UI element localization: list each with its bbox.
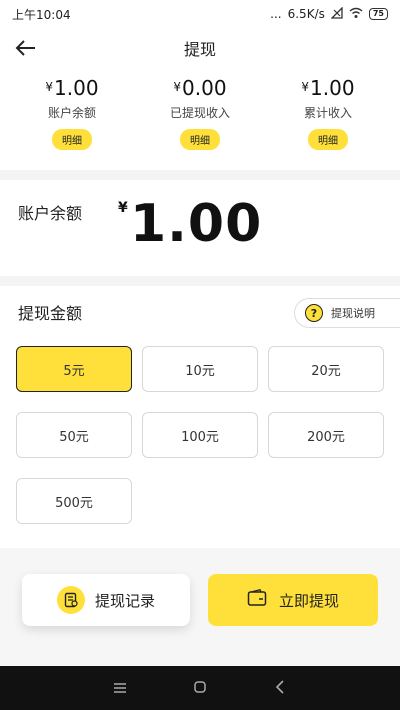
question-icon: ? xyxy=(305,304,323,322)
status-bar: 上午10:04 ... 6.5K/s 75 xyxy=(0,0,400,28)
summary-label: 已提现收入 xyxy=(169,106,230,120)
status-dots: ... xyxy=(270,7,282,21)
summary-value: ¥1.00 xyxy=(45,76,99,100)
status-icons: ... 6.5K/s 75 xyxy=(270,5,388,22)
balance-amount: 1.00 xyxy=(130,194,263,254)
summary-row: ¥1.00 账户余额 明细 ¥0.00 已提现收入 明细 ¥1.00 累计收入 … xyxy=(0,76,400,160)
record-icon xyxy=(56,586,85,614)
amount-option-50[interactable]: 50元 xyxy=(16,412,132,458)
summary-total-income: ¥1.00 累计收入 明细 xyxy=(268,76,388,160)
wallet-icon xyxy=(247,589,267,611)
summary-withdrawn-income: ¥0.00 已提现收入 明细 xyxy=(140,76,260,160)
back-nav-icon[interactable] xyxy=(265,679,295,698)
amount-option-10[interactable]: 10元 xyxy=(142,346,258,392)
summary-value: ¥0.00 xyxy=(173,76,227,100)
summary-value: ¥1.00 xyxy=(301,76,355,100)
summary-account-balance: ¥1.00 账户余额 明细 xyxy=(12,76,132,160)
network-speed: 6.5K/s xyxy=(287,7,325,21)
home-icon[interactable] xyxy=(185,679,215,698)
back-button[interactable] xyxy=(12,34,40,62)
balance-currency: ¥ xyxy=(118,200,128,216)
detail-button[interactable]: 明细 xyxy=(308,129,348,150)
amount-title: 提现金额 xyxy=(18,304,83,323)
menu-icon[interactable] xyxy=(105,679,135,698)
system-nav-bar xyxy=(0,666,400,710)
withdraw-record-button[interactable]: 提现记录 xyxy=(22,574,190,626)
help-label: 提现说明 xyxy=(331,307,375,320)
withdraw-now-button[interactable]: 立即提现 xyxy=(208,574,378,626)
amount-option-500[interactable]: 500元 xyxy=(16,478,132,524)
arrow-left-icon xyxy=(15,40,35,56)
signal-icon xyxy=(330,5,343,22)
amount-option-20[interactable]: 20元 xyxy=(268,346,384,392)
detail-button[interactable]: 明细 xyxy=(52,129,92,150)
amount-option-100[interactable]: 100元 xyxy=(142,412,258,458)
divider xyxy=(0,170,400,180)
amount-option-5[interactable]: 5元 xyxy=(16,346,132,392)
record-label: 提现记录 xyxy=(94,591,155,610)
withdraw-help-button[interactable]: ? 提现说明 xyxy=(294,298,400,328)
balance-section: 账户余额 ¥ 1.00 xyxy=(0,180,400,276)
summary-label: 累计收入 xyxy=(303,106,352,120)
status-time: 上午10:04 xyxy=(12,7,71,22)
balance-label: 账户余额 xyxy=(18,204,83,223)
app-bar: 提现 xyxy=(0,30,400,66)
battery-icon: 75 xyxy=(368,8,388,20)
summary-label: 账户余额 xyxy=(47,106,96,120)
withdraw-label: 立即提现 xyxy=(278,591,339,610)
bottom-action-bar: 提现记录 立即提现 xyxy=(0,548,400,666)
wifi-icon xyxy=(349,7,363,22)
amount-options: 5元 10元 20元 50元 100元 200元 500元 xyxy=(16,346,386,524)
detail-button[interactable]: 明细 xyxy=(180,129,220,150)
amount-header: 提现金额 ? 提现说明 xyxy=(0,286,400,336)
divider xyxy=(0,276,400,286)
amount-option-200[interactable]: 200元 xyxy=(268,412,384,458)
page-title: 提现 xyxy=(183,40,216,59)
